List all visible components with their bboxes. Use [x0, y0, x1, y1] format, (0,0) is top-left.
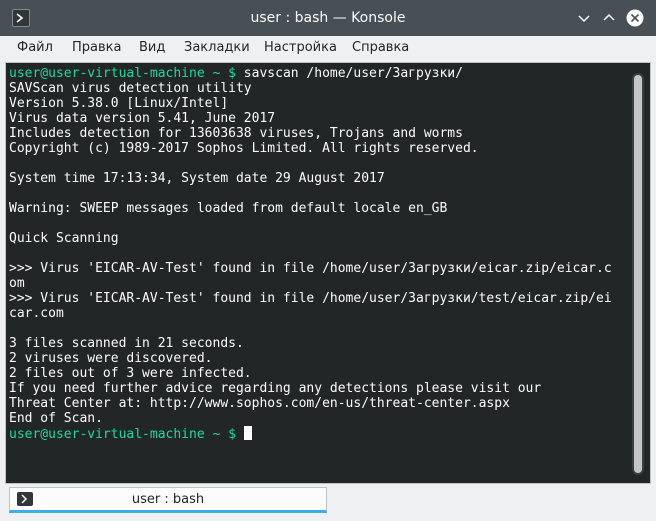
output-line: 2 files out of 3 were infected. [9, 366, 252, 381]
output-line: Threat Center at: http://www.sophos.com/… [9, 396, 510, 411]
final-prompt-after [236, 427, 244, 442]
maximize-icon[interactable] [600, 9, 618, 27]
output-line: Warning: SWEEP messages loaded from defa… [9, 201, 448, 216]
menu-bar: Файл Правка Вид Закладки Настройка Справ… [0, 36, 656, 62]
window-title: user : bash — Konsole [250, 10, 406, 26]
output-line: Quick Scanning [9, 231, 119, 246]
terminal-frame: user@user-virtual-machine ~ $ savscan /h… [5, 62, 651, 484]
menu-view[interactable]: Вид [137, 36, 167, 62]
command-line: user@user-virtual-machine ~ $ savscan /h… [9, 66, 463, 81]
final-prompt-line: user@user-virtual-machine ~ $ [9, 426, 252, 442]
output-line: Version 5.38.0 [Linux/Intel] [9, 96, 229, 111]
output-line: If you need further advice regarding any… [9, 381, 542, 396]
tab-user-bash[interactable]: user : bash [9, 487, 327, 513]
output-line: car.com [9, 306, 64, 321]
output-line: SAVScan virus detection utility [9, 81, 252, 96]
output-line: Copyright (c) 1989-2017 Sophos Limited. … [9, 141, 479, 156]
output-line: End of Scan. [9, 411, 103, 426]
command-text: savscan /home/user/Загрузки/ [235, 66, 463, 81]
output-line: System time 17:13:34, System date 29 Aug… [9, 171, 385, 186]
window-titlebar[interactable]: user : bash — Konsole [0, 0, 656, 36]
minimize-icon[interactable] [575, 9, 593, 27]
close-icon[interactable] [626, 9, 644, 27]
final-prompt: user@user-virtual-machine ~ $ [9, 427, 236, 442]
output-line: Virus data version 5.41, June 2017 [9, 111, 276, 126]
text-cursor [243, 426, 252, 440]
output-line: om [9, 276, 25, 291]
scrollbar-thumb[interactable] [634, 75, 642, 473]
tab-bar: user : bash [0, 484, 656, 521]
terminal-output[interactable]: user@user-virtual-machine ~ $ savscan /h… [9, 66, 627, 476]
menu-bookmarks[interactable]: Закладки [182, 36, 252, 62]
menu-file[interactable]: Файл [15, 36, 55, 62]
menu-help[interactable]: Справка [350, 36, 411, 62]
menu-settings[interactable]: Настройка [262, 36, 339, 62]
menu-edit[interactable]: Правка [70, 36, 123, 62]
output-line: 2 viruses were discovered. [9, 351, 213, 366]
output-line: 3 files scanned in 21 seconds. [9, 336, 244, 351]
output-line: >>> Virus 'EICAR-AV-Test' found in file … [9, 261, 612, 276]
tab-label: user : bash [131, 492, 205, 507]
output-line: Includes detection for 13603638 viruses,… [9, 126, 463, 141]
vertical-scrollbar[interactable] [632, 73, 644, 475]
prompt: user@user-virtual-machine ~ $ [9, 66, 236, 81]
output-lines: SAVScan virus detection utility Version … [9, 81, 612, 426]
output-line: >>> Virus 'EICAR-AV-Test' found in file … [9, 291, 612, 306]
